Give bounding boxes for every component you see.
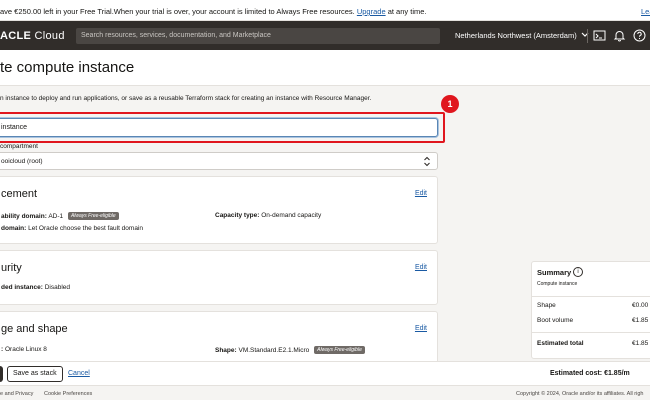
- image-value: Oracle Linux 8: [4, 346, 47, 353]
- summary-total-label: Estimated total: [537, 340, 584, 347]
- cost-summary-panel: Summary i Compute instance Shape €0.00 B…: [531, 261, 650, 359]
- placement-title: cement: [1, 188, 38, 200]
- fault-domain-value: Let Oracle choose the best fault domain: [28, 225, 143, 232]
- global-search-input[interactable]: Search resources, services, documentatio…: [76, 28, 440, 44]
- summary-title: Summary: [537, 268, 572, 277]
- annotation-highlight-box: [0, 112, 445, 143]
- bell-icon[interactable]: [613, 29, 626, 42]
- intro-text: n instance to deploy and run application…: [0, 95, 372, 102]
- logo-brand-text: ACLE: [0, 30, 32, 42]
- security-title: urity: [1, 262, 22, 274]
- shape-label: Shape:: [215, 347, 237, 354]
- image-shape-title: ge and shape: [1, 323, 68, 335]
- image-label: :: [1, 346, 4, 353]
- action-bar: Save as stack Cancel Estimated cost: €1.…: [0, 361, 650, 385]
- shielded-instance-label: ded instance:: [1, 284, 43, 291]
- availability-domain-value: AD-1: [48, 213, 64, 220]
- trial-message: ave €250.00 left in your Free Trial.When…: [0, 7, 427, 16]
- top-navigation-bar: ACLE Cloud Search resources, services, d…: [0, 21, 650, 50]
- compartment-value: ooicloud (root): [1, 158, 43, 165]
- cookie-preferences-link[interactable]: Cookie Preferences: [44, 391, 92, 397]
- summary-total-value: €1.85: [632, 340, 649, 347]
- image-shape-card: ge and shape Edit : Oracle Linux 8 Shape…: [0, 311, 438, 361]
- availability-domain: ability domain: AD-1 Always Free-eligibl…: [1, 212, 119, 220]
- chevron-up-down-icon: [424, 156, 430, 167]
- summary-subtitle: Compute instance: [537, 281, 578, 287]
- shape-info: Shape: VM.Standard.E2.1.Micro Always Fre…: [215, 346, 365, 354]
- estimated-cost: Estimated cost: €1.85/m: [550, 370, 630, 377]
- page-title: te compute instance: [0, 59, 135, 76]
- oracle-cloud-logo[interactable]: ACLE Cloud: [0, 30, 65, 42]
- summary-divider: [532, 296, 650, 297]
- capacity-type-value: On-demand capacity: [261, 212, 322, 219]
- capacity-type: Capacity type: On-demand capacity: [215, 212, 321, 219]
- copyright-text: Copyright © 2024, Oracle and/or its affi…: [516, 391, 644, 397]
- image-shape-edit-link[interactable]: Edit: [415, 325, 427, 332]
- trial-message-text: ave €250.00 left in your Free Trial.When…: [0, 7, 355, 16]
- upgrade-link[interactable]: Upgrade: [357, 7, 386, 16]
- create-button[interactable]: [0, 366, 3, 382]
- region-label: Netherlands Northwest (Amsterdam): [455, 31, 577, 40]
- learn-more-link[interactable]: Lea: [641, 7, 650, 16]
- cancel-link[interactable]: Cancel: [68, 370, 90, 377]
- region-selector[interactable]: Netherlands Northwest (Amsterdam): [455, 31, 589, 40]
- shielded-instance: ded instance: Disabled: [1, 284, 70, 291]
- summary-row-shape: Shape €0.00: [537, 302, 650, 309]
- summary-row-value: €0.00: [632, 302, 649, 309]
- legal-footer: e and Privacy Cookie Preferences Copyrig…: [0, 385, 650, 400]
- fault-domain-label: domain:: [1, 225, 27, 232]
- form-content: n instance to deploy and run application…: [0, 86, 650, 361]
- annotation-badge: 1: [441, 95, 459, 113]
- availability-domain-label: ability domain:: [1, 213, 47, 220]
- compartment-label: compartment: [0, 143, 38, 150]
- help-icon[interactable]: [633, 29, 646, 42]
- always-free-badge: Always Free-eligible: [314, 346, 365, 354]
- summary-row-boot-volume: Boot volume €1.85: [537, 317, 650, 324]
- save-as-stack-button[interactable]: Save as stack: [7, 366, 63, 382]
- privacy-link[interactable]: e and Privacy: [0, 391, 33, 397]
- image-info: : Oracle Linux 8: [1, 346, 47, 353]
- summary-row-value: €1.85: [632, 317, 649, 324]
- logo-product-text: Cloud: [34, 30, 65, 42]
- info-icon[interactable]: i: [573, 267, 583, 277]
- summary-total: Estimated total €1.85: [537, 340, 650, 347]
- shape-value: VM.Standard.E2.1.Micro: [238, 347, 310, 354]
- shielded-instance-value: Disabled: [44, 284, 71, 291]
- placement-edit-link[interactable]: Edit: [415, 190, 427, 197]
- security-edit-link[interactable]: Edit: [415, 264, 427, 271]
- always-free-badge: Always Free-eligible: [67, 212, 119, 220]
- summary-row-label: Boot volume: [537, 317, 574, 324]
- fault-domain: domain: Let Oracle choose the best fault…: [1, 225, 143, 232]
- placement-card: cement Edit ability domain: AD-1 Always …: [0, 176, 438, 244]
- capacity-type-label: Capacity type:: [215, 212, 260, 219]
- topbar-divider: [587, 29, 588, 43]
- summary-row-label: Shape: [537, 302, 556, 309]
- trial-message-suffix: at any time.: [387, 7, 427, 16]
- summary-divider: [532, 332, 650, 333]
- cloud-shell-icon[interactable]: [593, 29, 606, 42]
- security-card: urity Edit ded instance: Disabled: [0, 250, 438, 305]
- compartment-select[interactable]: ooicloud (root): [0, 152, 438, 170]
- trial-banner: ave €250.00 left in your Free Trial.When…: [0, 0, 650, 21]
